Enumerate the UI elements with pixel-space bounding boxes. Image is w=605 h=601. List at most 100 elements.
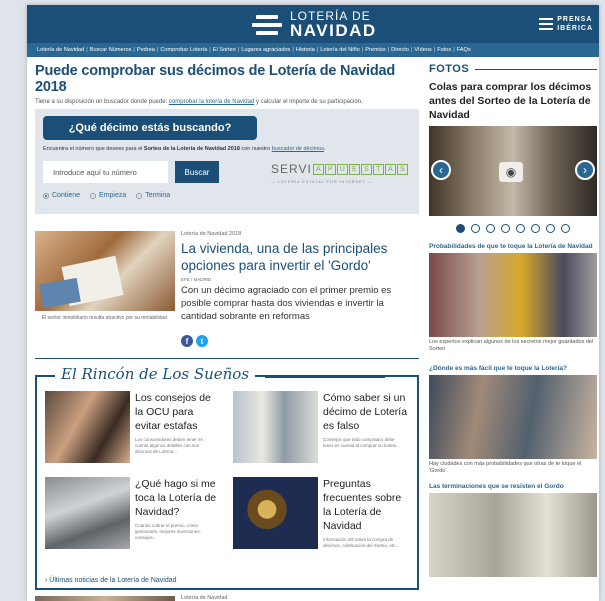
next-article-image[interactable] (35, 596, 175, 601)
site-header: LOTERÍA DE NAVIDAD PRENSA IBÉRICA (27, 5, 599, 43)
card-desc: Consejos que todo comprador debe tener e… (323, 437, 401, 448)
search-button[interactable]: Buscar (175, 161, 219, 183)
chevron-left-icon[interactable]: ‹ (431, 160, 451, 180)
card-desc: Los consumidores deben tener en cuenta a… (135, 437, 204, 454)
rincon-suenos-section: El Rincón de Los Sueños Los consejos de … (35, 365, 419, 590)
next-article-tag[interactable]: Lotería de Navidad (181, 595, 227, 601)
nav-item-comprobar-loteria[interactable]: Comprobar Lotería (158, 47, 209, 53)
card-title: Preguntas frecuentes sobre la Lotería de… (323, 478, 402, 532)
option-contiene[interactable]: Contiene (43, 192, 80, 199)
option-empieza[interactable]: Empieza (90, 192, 126, 199)
card-preguntas-frecuentes[interactable]: Preguntas frecuentes sobre la Lotería de… (225, 477, 410, 562)
article-title[interactable]: La vivienda, una de las principales opci… (181, 240, 411, 274)
sidebar-item-donde[interactable]: ¿Dónde es más fácil que te toque la Lote… (429, 365, 597, 475)
publisher-line1: PRENSA (557, 16, 593, 23)
sidebar-item-image (429, 493, 597, 577)
card-decimo-falso[interactable]: Cómo saber si un décimo de Lotería es fa… (225, 391, 410, 476)
logo-line2: NAVIDAD (290, 21, 377, 40)
ultimas-noticias-link[interactable]: › Últimas noticias de la Lotería de Navi… (45, 577, 177, 584)
card-title: ¿Qué hago si me toca la Lotería de Navid… (135, 478, 217, 518)
nav-item-faqs[interactable]: FAQs (455, 47, 473, 53)
card-ocu-estafas[interactable]: Los consejos de la OCU para evitar estaf… (37, 391, 222, 476)
number-search-input[interactable] (43, 161, 168, 183)
card-image (233, 391, 318, 463)
nav-item-loteria-nino[interactable]: Lotería del Niño (318, 47, 362, 53)
publisher-line2: IBÉRICA (557, 25, 593, 32)
article-source: EFE / MADRID (181, 277, 212, 282)
logo-icon (252, 13, 282, 37)
card-desc: Información útil sobre la compra de déci… (323, 537, 400, 548)
share-buttons: f t (181, 335, 211, 347)
option-termina[interactable]: Termina (136, 192, 170, 199)
sidebar-item-caption: Los expertos explican algunos de los sec… (429, 339, 594, 352)
carousel-dot[interactable] (501, 224, 510, 233)
nav-item-premios[interactable]: Premios (363, 47, 388, 53)
sidebar-item-image (429, 253, 597, 337)
facebook-icon[interactable]: f (181, 335, 193, 347)
featured-article: El sector inmobiliario resulta atractivo… (35, 231, 419, 351)
radio-unchecked-icon (136, 192, 143, 199)
card-que-hago[interactable]: ¿Qué hago si me toca la Lotería de Navid… (37, 477, 222, 562)
buscador-decimos-link[interactable]: buscador de décimos (272, 146, 324, 152)
sidebar-item-title: Las terminaciones que se resisten el Gor… (429, 483, 564, 490)
search-question-banner: ¿Qué décimo estás buscando? (43, 116, 257, 140)
carousel-dot[interactable] (471, 224, 480, 233)
photo-carousel[interactable]: ‹ ◉ › (429, 126, 597, 216)
comprobar-loteria-link[interactable]: comprobar la lotería de Navidad (169, 99, 254, 105)
camera-icon: ◉ (499, 162, 523, 182)
main-nav: Lotería de Navidad | Buscar Números | Pedr… (27, 43, 599, 57)
sidebar-item-image (429, 375, 597, 459)
carousel-dot[interactable] (531, 224, 540, 233)
main-column: Puede comprobar sus décimos de Lotería d… (35, 63, 419, 590)
sidebar-item-caption: Hay ciudades con más probabilidades que … (429, 461, 582, 474)
carousel-dot[interactable] (486, 224, 495, 233)
section-title: El Rincón de Los Sueños (55, 365, 386, 383)
publisher-menu-icon (539, 18, 554, 30)
divider (35, 358, 419, 359)
chevron-right-icon[interactable]: › (575, 160, 595, 180)
nav-item-fotos[interactable]: Fotos (435, 47, 453, 53)
sidebar-item-probabilidades[interactable]: Probabilidades de que te toque la Loterí… (429, 243, 597, 353)
carousel-dot[interactable] (456, 224, 465, 233)
carousel-dot[interactable] (546, 224, 555, 233)
article-image-caption: El sector inmobiliario resulta atractivo… (41, 315, 169, 321)
carousel-dot[interactable] (561, 224, 570, 233)
sidebar-item-title: ¿Dónde es más fácil que te toque la Lote… (429, 365, 567, 372)
search-description: Encuentra el número que desees para el S… (43, 146, 326, 152)
nav-item-el-sorteo[interactable]: El Sorteo (211, 47, 238, 53)
carousel-pagination (429, 224, 597, 233)
sidebar-item-title: Probabilidades de que te toque la Loterí… (429, 243, 593, 250)
radio-checked-icon (43, 192, 49, 199)
sidebar-item-terminaciones[interactable]: Las terminaciones que se resisten el Gor… (429, 483, 597, 577)
nav-item-pedrea[interactable]: Pedrea (135, 47, 157, 53)
nav-item-loteria-navidad[interactable]: Lotería de Navidad (35, 47, 86, 53)
card-title: Los consejos de la OCU para evitar estaf… (135, 392, 211, 432)
nav-item-videos[interactable]: Vídeos (412, 47, 433, 53)
gallery-title[interactable]: Colas para comprar los décimos antes del… (429, 80, 597, 122)
nav-item-buscar-numeros[interactable]: Buscar Números (88, 47, 134, 53)
card-image (45, 391, 130, 463)
site-logo[interactable]: LOTERÍA DE NAVIDAD (252, 10, 377, 39)
search-mode-options: Contiene Empieza Termina (43, 192, 180, 199)
page-intro: Tiene a su disposición un buscador donde… (35, 99, 363, 105)
card-image (45, 477, 130, 549)
serviapuestas-logo[interactable]: SERVI APUESTAS — LOTERÍA ESTATAL POR INT… (271, 162, 408, 184)
article-tag[interactable]: Lotería de Navidad 2018 (181, 231, 241, 237)
card-image (233, 477, 318, 549)
carousel-dot[interactable] (516, 224, 525, 233)
article-image[interactable] (35, 231, 175, 311)
card-title: Cómo saber si un décimo de Lotería es fa… (323, 392, 408, 432)
radio-unchecked-icon (90, 192, 97, 199)
nav-item-directo[interactable]: Directo (389, 47, 411, 53)
twitter-icon[interactable]: t (196, 335, 208, 347)
article-summary: Con un décimo agraciado con el primer pr… (181, 285, 392, 322)
nav-item-historia[interactable]: Historia (294, 47, 317, 53)
card-desc: Cuando cobrar el premio, cómo gestionarl… (135, 523, 201, 540)
sidebar: FOTOS Colas para comprar los décimos ant… (429, 63, 597, 577)
fotos-heading: FOTOS (429, 63, 597, 75)
page-title: Puede comprobar sus décimos de Lotería d… (35, 63, 396, 95)
page: LOTERÍA DE NAVIDAD PRENSA IBÉRICA Loterí… (27, 5, 599, 601)
nav-item-lugares-agraciados[interactable]: Lugares agraciados (239, 47, 292, 53)
publisher-logo[interactable]: PRENSA IBÉRICA (539, 15, 593, 33)
number-search-panel: ¿Qué décimo estás buscando? Encuentra el… (35, 109, 419, 214)
